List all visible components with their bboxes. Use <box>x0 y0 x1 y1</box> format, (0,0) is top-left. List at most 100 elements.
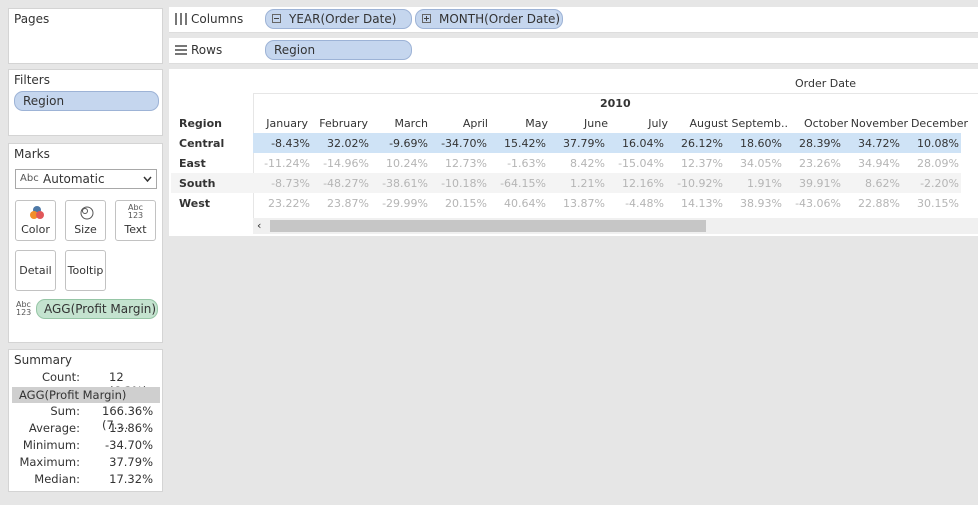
data-cell[interactable]: 14.13% <box>666 193 725 213</box>
scroll-left-arrow-icon[interactable]: ‹ <box>257 219 261 232</box>
data-cell[interactable]: 34.72% <box>843 133 902 153</box>
data-cell[interactable]: 8.62% <box>843 173 902 193</box>
data-cell[interactable]: -2.20% <box>902 173 961 193</box>
table-row[interactable]: South -8.73% -48.27% -38.61% -10.18% -64… <box>171 173 961 193</box>
summary-minimum-label: Minimum: <box>22 438 80 452</box>
table-row[interactable]: West 23.22% 23.87% -29.99% 20.15% 40.64%… <box>171 193 961 213</box>
month-header: April <box>462 117 488 130</box>
filters-title: Filters <box>14 73 50 87</box>
row-header-central[interactable]: Central <box>171 133 253 153</box>
data-cell[interactable]: 15.42% <box>489 133 548 153</box>
data-cell[interactable]: -11.24% <box>253 153 312 173</box>
data-cell[interactable]: 13.87% <box>548 193 607 213</box>
data-cell[interactable]: -15.04% <box>607 153 666 173</box>
data-cell[interactable]: -9.69% <box>371 133 430 153</box>
data-cell[interactable]: 12.73% <box>430 153 489 173</box>
table-row[interactable]: Central -8.43% 32.02% -9.69% -34.70% 15.… <box>171 133 961 153</box>
data-cell[interactable]: -48.27% <box>312 173 371 193</box>
detail-button[interactable]: Detail <box>15 250 56 291</box>
crosstab: Central -8.43% 32.02% -9.69% -34.70% 15.… <box>171 133 961 213</box>
data-cell[interactable]: 23.26% <box>784 153 843 173</box>
data-cell[interactable]: 26.12% <box>666 133 725 153</box>
data-cell[interactable]: 8.42% <box>548 153 607 173</box>
color-button-label: Color <box>21 223 50 236</box>
text-button[interactable]: Abc 123 Text <box>115 200 156 241</box>
data-cell[interactable]: 32.02% <box>312 133 371 153</box>
rows-pill-region-label: Region <box>274 43 316 57</box>
columns-pill-year[interactable]: YEAR(Order Date) <box>265 9 412 29</box>
data-cell[interactable]: 12.37% <box>666 153 725 173</box>
data-cell[interactable]: -29.99% <box>371 193 430 213</box>
horizontal-scrollbar[interactable]: ‹ <box>253 218 978 234</box>
detail-button-label: Detail <box>19 264 52 277</box>
month-header: March <box>394 117 428 130</box>
data-cell[interactable]: 39.91% <box>784 173 843 193</box>
data-cell[interactable]: -43.06% <box>784 193 843 213</box>
columns-pill-month[interactable]: MONTH(Order Date) <box>415 9 563 29</box>
data-cell[interactable]: -34.70% <box>430 133 489 153</box>
filter-pill-region[interactable]: Region <box>14 91 159 111</box>
data-cell[interactable]: 34.05% <box>725 153 784 173</box>
summary-median-value: 17.32% <box>109 472 153 486</box>
month-header: August <box>689 117 729 130</box>
summary-minimum-row: Minimum: -34.70% <box>9 438 159 455</box>
data-cell[interactable]: 28.39% <box>784 133 843 153</box>
data-cell[interactable]: -1.63% <box>489 153 548 173</box>
data-cell[interactable]: 18.60% <box>725 133 784 153</box>
table-row[interactable]: East -11.24% -14.96% 10.24% 12.73% -1.63… <box>171 153 961 173</box>
data-cell[interactable]: 28.09% <box>902 153 961 173</box>
marks-card[interactable]: Marks Abc Automatic Color Size Abc 123 Te… <box>8 143 163 343</box>
data-cell[interactable]: -38.61% <box>371 173 430 193</box>
data-cell[interactable]: -8.73% <box>253 173 312 193</box>
size-button[interactable]: Size <box>65 200 106 241</box>
data-cell[interactable]: 12.16% <box>607 173 666 193</box>
data-cell[interactable]: 20.15% <box>430 193 489 213</box>
pages-card[interactable]: Pages <box>8 8 163 64</box>
mark-type-select[interactable]: Abc Automatic <box>15 169 157 189</box>
marks-field-pill[interactable]: AGG(Profit Margin) <box>36 299 158 319</box>
abc-icon: Abc <box>20 173 39 184</box>
data-cell[interactable]: 23.22% <box>253 193 312 213</box>
data-cell[interactable]: 22.88% <box>843 193 902 213</box>
region-field-header: Region <box>179 117 222 130</box>
data-cell[interactable]: -10.18% <box>430 173 489 193</box>
rows-label: Rows <box>191 43 223 57</box>
data-cell[interactable]: 38.93% <box>725 193 784 213</box>
data-cell[interactable]: 1.91% <box>725 173 784 193</box>
chevron-down-icon <box>143 176 152 183</box>
data-cell[interactable]: 16.04% <box>607 133 666 153</box>
tooltip-button[interactable]: Tooltip <box>65 250 106 291</box>
scrollbar-thumb[interactable] <box>270 220 706 232</box>
data-cell[interactable]: -64.15% <box>489 173 548 193</box>
color-button[interactable]: Color <box>15 200 56 241</box>
mark-type-value: Automatic <box>43 172 105 186</box>
data-cell[interactable]: 34.94% <box>843 153 902 173</box>
columns-shelf[interactable]: Columns YEAR(Order Date) MONTH(Order Dat… <box>169 7 978 33</box>
data-cell[interactable]: -14.96% <box>312 153 371 173</box>
data-cell[interactable]: 30.15% <box>902 193 961 213</box>
data-cell[interactable]: 40.64% <box>489 193 548 213</box>
row-header-west[interactable]: West <box>171 193 253 213</box>
row-header-south[interactable]: South <box>171 173 253 193</box>
row-header-east[interactable]: East <box>171 153 253 173</box>
data-cell[interactable]: -8.43% <box>253 133 312 153</box>
rows-pill-region[interactable]: Region <box>265 40 412 60</box>
month-header: December <box>910 117 968 130</box>
data-cell[interactable]: 1.21% <box>548 173 607 193</box>
header-divider <box>253 93 978 94</box>
data-cell[interactable]: -4.48% <box>607 193 666 213</box>
filters-card[interactable]: Filters Region <box>8 69 163 136</box>
size-button-label: Size <box>74 223 97 236</box>
summary-sum-row: Sum: 166.36% (7.... <box>9 404 159 432</box>
data-cell[interactable]: 10.24% <box>371 153 430 173</box>
data-cell[interactable]: -10.92% <box>666 173 725 193</box>
data-cell[interactable]: 23.87% <box>312 193 371 213</box>
data-cell[interactable]: 37.79% <box>548 133 607 153</box>
summary-field-label: AGG(Profit Margin) <box>19 388 127 402</box>
month-header: February <box>319 117 368 130</box>
summary-maximum-label: Maximum: <box>19 455 80 469</box>
rows-icon <box>175 45 187 55</box>
data-cell[interactable]: 10.08% <box>902 133 961 153</box>
filter-pill-label: Region <box>23 94 65 108</box>
rows-shelf[interactable]: Rows Region <box>169 38 978 64</box>
